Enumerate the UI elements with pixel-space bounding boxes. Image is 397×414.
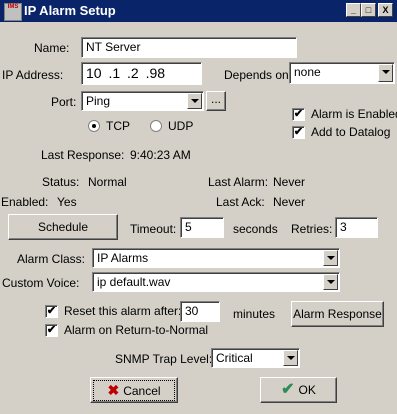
window-title: IP Alarm Setup <box>24 3 116 18</box>
timeout-label: Timeout: <box>130 222 177 236</box>
status-value: Normal <box>88 175 127 189</box>
custom-voice-dropdown[interactable]: ip default.wav <box>92 272 340 292</box>
depends-on-label: Depends on: <box>224 68 293 82</box>
snmp-trap-label: SNMP Trap Level: <box>115 352 213 366</box>
snmp-trap-value: Critical <box>216 351 253 365</box>
x-icon: ✖ <box>107 382 120 398</box>
ok-label: OK <box>298 383 316 397</box>
chevron-down-icon[interactable] <box>323 274 338 290</box>
title-bar[interactable]: IMS IP Alarm Setup _ □ X <box>0 0 397 22</box>
app-icon: IMS <box>4 3 22 21</box>
return-normal-label: Alarm on Return-to-Normal <box>64 323 209 337</box>
custom-voice-label: Custom Voice: <box>2 276 80 290</box>
retries-label: Retries: <box>291 222 333 236</box>
enabled-label: Enabled: <box>1 195 49 209</box>
last-response-label: Last Response: <box>41 148 125 162</box>
ip-address-input[interactable]: 10 .1 .2 .98 <box>81 62 202 85</box>
schedule-button[interactable]: Schedule <box>8 214 118 240</box>
reset-alarm-checkbox[interactable]: ✔ <box>45 305 58 318</box>
ok-button[interactable]: ✔ OK <box>260 377 337 403</box>
retries-input[interactable]: 3 <box>335 217 378 238</box>
add-datalog-checkbox[interactable]: ✔ <box>292 126 305 139</box>
chevron-down-icon[interactable] <box>283 350 298 366</box>
last-ack-label: Last Ack: <box>216 195 265 209</box>
port-dropdown[interactable]: Ping <box>81 91 204 111</box>
tcp-radio[interactable] <box>88 120 100 132</box>
minutes-label: minutes <box>233 307 276 321</box>
close-button[interactable]: X <box>378 3 393 17</box>
name-label: Name: <box>34 41 70 55</box>
alarm-class-label: Alarm Class: <box>17 252 86 266</box>
depends-on-dropdown[interactable]: none <box>289 62 395 84</box>
status-label: Status: <box>42 175 80 189</box>
maximize-button[interactable]: □ <box>361 3 376 17</box>
alarm-enabled-checkbox[interactable]: ✔ <box>292 108 305 121</box>
depends-on-value: none <box>294 65 321 79</box>
add-datalog-label: Add to Datalog <box>311 125 391 139</box>
chevron-down-icon[interactable] <box>187 93 202 109</box>
alarm-enabled-label: Alarm is Enabled <box>311 107 397 121</box>
ip-address-label: IP Address: <box>2 68 64 82</box>
alarm-response-button[interactable]: Alarm Response <box>291 301 384 327</box>
seconds-label: seconds <box>233 222 278 236</box>
checkmark-icon: ✔ <box>281 381 295 398</box>
return-normal-checkbox[interactable]: ✔ <box>45 324 58 337</box>
timeout-input[interactable]: 5 <box>180 217 224 238</box>
cancel-button-inner: ✖ Cancel <box>93 380 175 401</box>
port-value: Ping <box>86 94 111 108</box>
cancel-button[interactable]: ✖ Cancel <box>90 377 178 403</box>
udp-radio[interactable] <box>150 120 162 132</box>
udp-label: UDP <box>168 119 194 133</box>
last-response-value: 9:40:23 AM <box>130 148 191 162</box>
alarm-class-value: IP Alarms <box>97 251 149 265</box>
cancel-label: Cancel <box>123 384 161 398</box>
enabled-value: Yes <box>57 195 77 209</box>
reset-minutes-input[interactable]: 30 <box>180 301 220 322</box>
chevron-down-icon[interactable] <box>378 64 393 82</box>
last-alarm-value: Never <box>273 175 306 189</box>
port-browse-button[interactable]: ... <box>206 91 226 111</box>
tcp-label: TCP <box>106 119 130 133</box>
minimize-button[interactable]: _ <box>346 3 361 17</box>
reset-alarm-label: Reset this alarm after: <box>64 304 182 318</box>
port-label: Port: <box>51 95 77 109</box>
custom-voice-value: ip default.wav <box>97 275 171 289</box>
name-input[interactable]: NT Server <box>81 37 297 58</box>
snmp-trap-dropdown[interactable]: Critical <box>211 348 300 368</box>
last-alarm-label: Last Alarm: <box>208 175 269 189</box>
chevron-down-icon[interactable] <box>323 250 338 266</box>
alarm-class-dropdown[interactable]: IP Alarms <box>92 248 340 268</box>
last-ack-value: Never <box>273 195 306 209</box>
